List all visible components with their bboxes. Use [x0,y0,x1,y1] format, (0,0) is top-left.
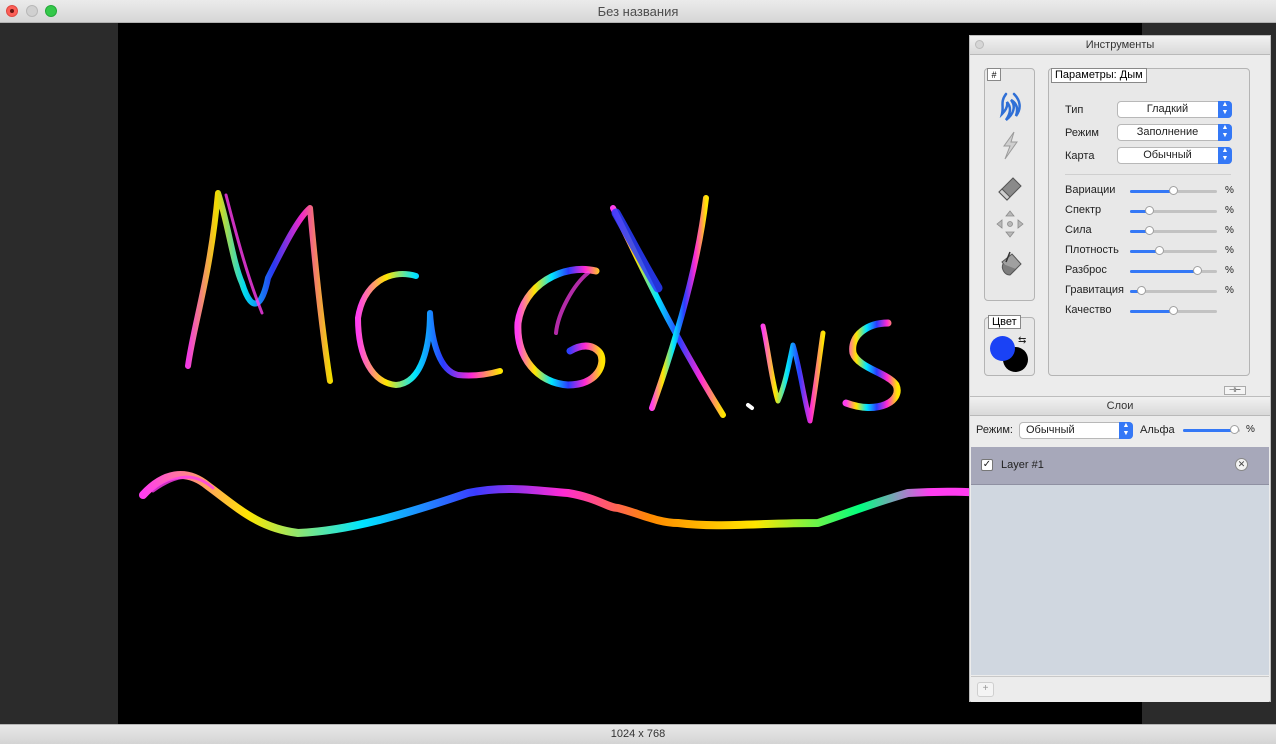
foreground-color-swatch[interactable] [990,336,1015,361]
param-slider[interactable] [1130,226,1217,235]
layer-visibility-checkbox[interactable]: ✓ [981,459,993,471]
chevron-updown-icon: ▲ ▼ [1218,124,1232,141]
param-slider[interactable] [1130,286,1217,295]
blend-mode-label: Режим: [976,424,1013,436]
param-slider[interactable] [1130,206,1217,215]
slider-unit: % [1225,225,1234,236]
tools-panel: Инструменты # Цвет ⇆ Параметры: Дым Тип … [969,35,1271,397]
params-title: Параметры: Дым [1051,68,1147,83]
slider-label: Вариации [1065,184,1116,196]
slider-unit: % [1225,185,1234,196]
slider-knob[interactable] [1137,286,1147,295]
layer-name: Layer #1 [1001,459,1044,471]
layers-panel: Слои Режим: Обычный ▲ ▼ Альфа % ✓ Layer #… [969,396,1271,702]
chevron-updown-icon: ▲ ▼ [1218,101,1232,118]
param-slider[interactable] [1130,306,1217,315]
fill-bucket-icon[interactable] [994,248,1026,280]
eraser-icon[interactable] [994,170,1026,202]
type-select-value: Гладкий [1146,103,1189,115]
tools-panel-close-button[interactable] [975,40,984,49]
color-well: Цвет ⇆ [984,315,1035,376]
map-label: Карта [1065,150,1095,162]
type-label: Тип [1065,104,1084,116]
slider-knob[interactable] [1145,206,1154,215]
params-separator [1065,174,1231,175]
slider-fill [1130,270,1198,273]
slider-label: Плотность [1065,244,1119,256]
alpha-slider-knob[interactable] [1230,425,1240,434]
map-select-value: Обычный [1143,149,1192,161]
alpha-slider[interactable] [1183,425,1240,434]
alpha-slider-fill [1183,429,1236,432]
layers-panel-titlebar: Слои [970,397,1270,416]
chevron-updown-icon: ▲ ▼ [1119,422,1133,439]
slider-unit: % [1225,205,1234,216]
layers-panel-title: Слои [1106,400,1134,412]
mode-label: Режим [1065,127,1099,139]
slider-fill [1130,310,1174,313]
slider-label: Разброс [1065,264,1107,276]
blend-mode-select[interactable]: Обычный ▲ ▼ [1019,422,1133,439]
alpha-percent: % [1246,424,1255,435]
mode-select-value: Заполнение [1136,126,1199,138]
window-title: Без названия [597,4,679,19]
move-icon[interactable] [994,208,1026,240]
param-slider[interactable] [1130,266,1217,275]
slider-unit: % [1225,285,1234,296]
blend-mode-value: Обычный [1026,424,1075,436]
smoke-brush-icon[interactable] [994,90,1026,122]
lightning-brush-icon[interactable] [994,129,1026,161]
slider-fill [1130,190,1174,193]
params-box: Параметры: Дым Тип Гладкий ▲ ▼ Режим Запо… [1048,68,1250,376]
canvas-dimensions: 1024 x 768 [610,728,666,740]
tool-grid-button[interactable]: # [987,68,1001,81]
slider-knob[interactable] [1192,266,1202,275]
chevron-updown-icon: ▲ ▼ [1218,147,1232,164]
panel-resize-icon[interactable]: ⊣⊢ [1224,386,1246,395]
left-gutter [0,23,118,724]
slider-label: Сила [1065,224,1092,236]
title-bar: Без названия [0,0,1276,23]
layers-footer: + [971,676,1269,702]
add-layer-button[interactable]: + [977,682,994,697]
tool-strip: # [984,68,1035,301]
slider-unit: % [1225,265,1234,276]
delete-layer-icon[interactable]: ✕ [1235,458,1248,471]
param-slider[interactable] [1130,186,1217,195]
slider-knob[interactable] [1145,226,1154,235]
alpha-label: Альфа [1140,424,1175,436]
layer-row[interactable]: ✓ Layer #1 ✕ [971,447,1269,485]
map-select[interactable]: Обычный ▲ ▼ [1117,147,1232,164]
layer-list: ✓ Layer #1 ✕ [971,447,1269,675]
color-label: Цвет [988,315,1021,329]
slider-label: Качество [1065,304,1112,316]
status-bar: 1024 x 768 [0,724,1276,744]
slider-label: Гравитация [1065,284,1124,296]
slider-label: Спектр [1065,204,1102,216]
type-select[interactable]: Гладкий ▲ ▼ [1117,101,1232,118]
slider-knob[interactable] [1155,246,1165,255]
tools-panel-title: Инструменты [1085,39,1155,51]
tools-panel-titlebar: Инструменты [970,36,1270,55]
slider-knob[interactable] [1168,306,1178,315]
param-slider[interactable] [1130,246,1217,255]
mode-select[interactable]: Заполнение ▲ ▼ [1117,124,1232,141]
slider-unit: % [1225,245,1234,256]
swap-colors-icon[interactable]: ⇆ [1018,335,1026,346]
slider-knob[interactable] [1168,186,1178,195]
